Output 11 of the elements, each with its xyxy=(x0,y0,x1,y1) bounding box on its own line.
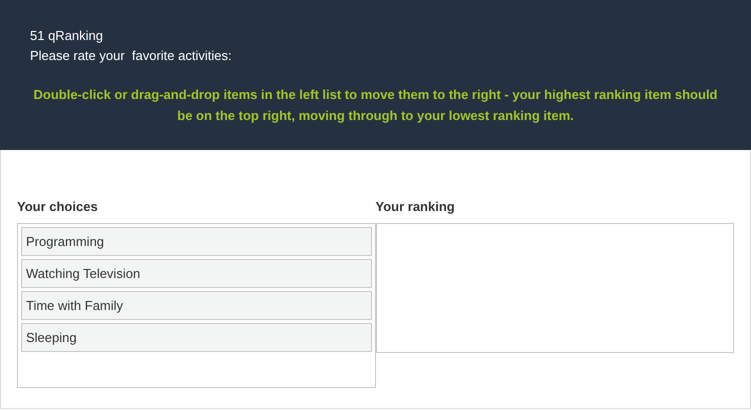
choice-item[interactable]: Sleeping xyxy=(21,323,372,352)
ranking-heading: Your ranking xyxy=(376,199,456,216)
choice-item[interactable]: Watching Television xyxy=(21,259,372,288)
choices-list[interactable]: Programming Watching Television Time with Family Sleeping xyxy=(17,223,376,388)
instruction-text: Double-click or drag-and-drop items in the left list to move them to the right - your highest ranking item should be on the top right, moving through to your lowest ranking item. xyxy=(32,86,718,125)
choice-item[interactable]: Time with Family xyxy=(21,291,372,320)
question-title: 51 qRanking xyxy=(30,27,104,45)
ranking-list[interactable] xyxy=(376,223,734,353)
choices-heading: Your choices xyxy=(17,199,99,216)
question-prompt: Please rate your favorite activities: xyxy=(30,47,233,65)
choice-item[interactable]: Programming xyxy=(21,227,372,256)
